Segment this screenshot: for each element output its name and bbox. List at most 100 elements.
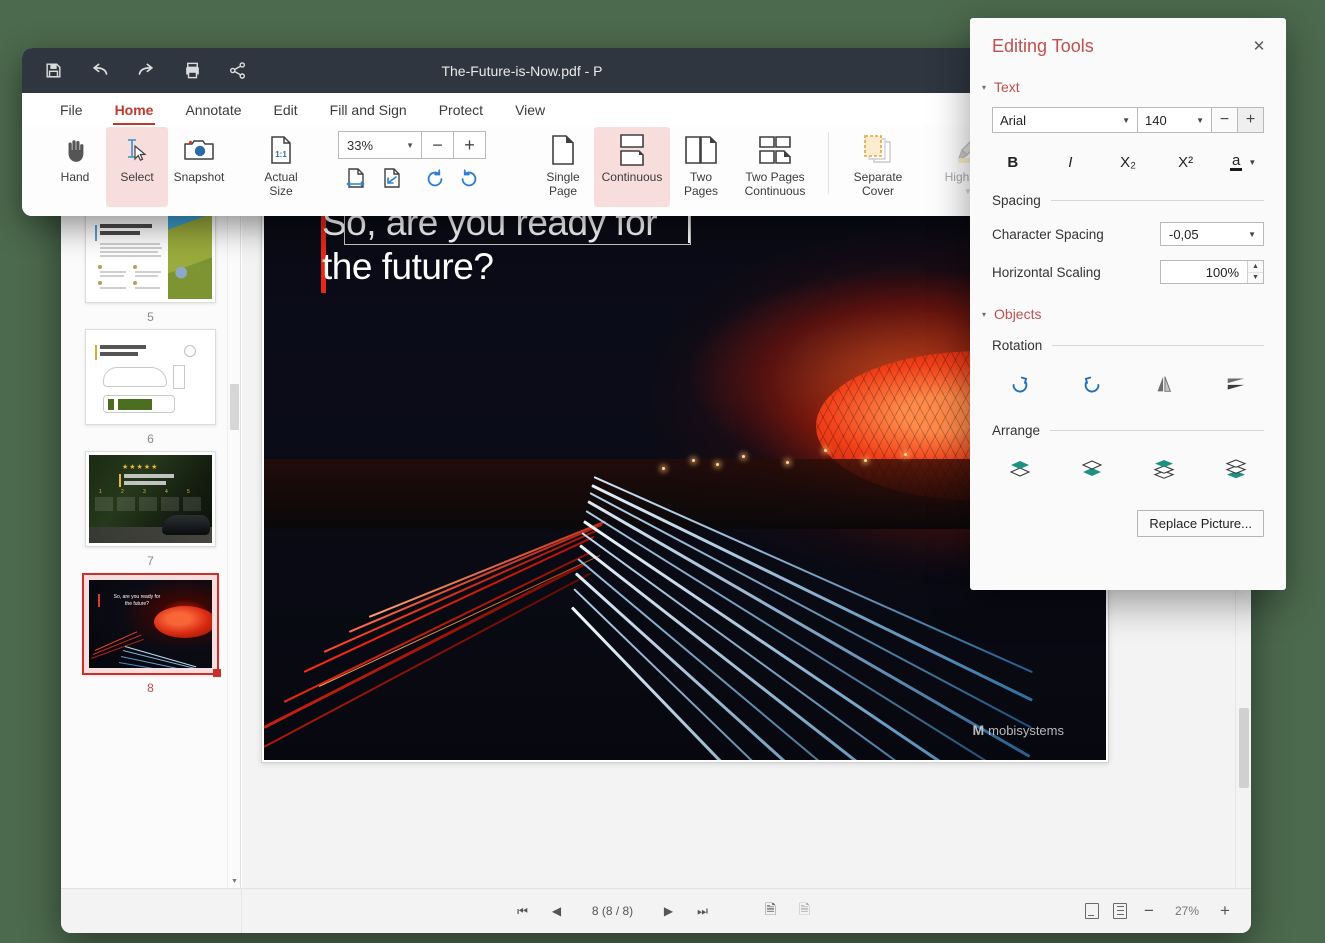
font-color-button[interactable]: a ▼ <box>1214 147 1272 177</box>
two-pages-button[interactable]: Two Pages <box>670 127 732 207</box>
editing-tools-title: Editing Tools <box>992 36 1094 56</box>
thumbnail-number: 5 <box>147 310 154 324</box>
send-backward-icon[interactable] <box>1200 452 1272 486</box>
bring-forward-icon[interactable] <box>1128 452 1200 486</box>
continuous-view-icon[interactable] <box>1113 903 1127 919</box>
single-page-view-icon[interactable] <box>1085 903 1099 919</box>
send-to-back-icon[interactable] <box>1056 452 1128 486</box>
rotation-icon-row <box>970 367 1286 401</box>
stepper-arrows[interactable]: ▲ ▼ <box>1247 261 1263 283</box>
tab-home[interactable]: Home <box>99 93 170 127</box>
ribbon-body: Hand Select Snapshot 1:1 Actual Size 33%… <box>22 127 1022 216</box>
zoom-out-button[interactable]: − <box>1141 901 1157 921</box>
thumbnail-frame[interactable] <box>85 207 216 303</box>
two-pages-continuous-button[interactable]: Two Pages Continuous <box>732 127 818 207</box>
zoom-out-button[interactable]: − <box>422 131 454 159</box>
tab-file[interactable]: File <box>44 93 99 127</box>
previous-page-icon[interactable]: ◀ <box>548 904 566 918</box>
thumbnail-image-page-8: So, are you ready for the future? <box>89 580 212 668</box>
decrease-font-size-button[interactable]: − <box>1212 107 1238 133</box>
flip-vertical-icon[interactable] <box>1200 367 1272 401</box>
font-size-select[interactable]: 140 ▼ <box>1138 107 1212 133</box>
pages-panel-scrollbar[interactable]: ▲ ▼ <box>227 148 240 888</box>
rotate-counterclockwise-icon[interactable] <box>424 168 446 190</box>
zoom-in-button[interactable]: + <box>1217 901 1233 921</box>
last-page-icon[interactable]: ⏭ <box>694 904 712 919</box>
arrange-label: Arrange <box>992 423 1041 438</box>
horizontal-scaling-stepper[interactable]: 100% ▲ ▼ <box>1160 260 1264 284</box>
list-item[interactable]: 7 So, are you ready for the future? 8 <box>61 554 240 695</box>
save-icon[interactable] <box>44 61 63 80</box>
single-page-icon <box>549 133 577 167</box>
chevron-down-icon[interactable]: ▼ <box>1248 158 1256 167</box>
italic-button[interactable]: I <box>1042 147 1100 177</box>
pages-thumbnail-list[interactable]: 4 <box>61 182 240 888</box>
fit-width-icon[interactable] <box>344 167 368 191</box>
rotate-clockwise-icon[interactable] <box>458 168 480 190</box>
increase-font-size-button[interactable]: + <box>1238 107 1264 133</box>
logo-text: mobisystems <box>988 722 1064 738</box>
share-icon[interactable] <box>228 61 247 80</box>
replace-picture-button[interactable]: Replace Picture... <box>1137 510 1264 537</box>
undo-icon[interactable] <box>89 60 110 81</box>
svg-text:1:1: 1:1 <box>275 150 287 159</box>
snapshot-tool-button[interactable]: Snapshot <box>168 127 230 207</box>
font-family-select[interactable]: Arial ▼ <box>992 107 1138 133</box>
separate-cover-button[interactable]: Separate Cover <box>839 127 917 207</box>
print-icon[interactable] <box>183 61 202 80</box>
page-indicator[interactable]: 8 (8 / 8) <box>582 904 644 918</box>
select-icon <box>122 133 152 167</box>
select-tool-button[interactable]: Select <box>106 127 168 207</box>
objects-section-header[interactable]: ▾ Objects <box>970 306 1286 322</box>
stepper-down-icon[interactable]: ▼ <box>1248 272 1263 283</box>
zoom-level-value: 27% <box>1174 904 1200 918</box>
next-page-icon[interactable]: ▶ <box>660 904 678 918</box>
fit-page-icon[interactable] <box>380 167 404 191</box>
collapse-triangle-icon: ▾ <box>982 309 987 319</box>
ribbon-group-layout: Single Page Continuous Two Pages Two Pag… <box>532 127 917 209</box>
scrollbar-thumb[interactable] <box>230 384 239 430</box>
divider <box>1052 345 1264 346</box>
thumbnail-frame[interactable]: ★★★★★ 1 2 3 4 5 <box>85 451 216 547</box>
continuous-label: Continuous <box>601 170 663 184</box>
scrollbar-thumb[interactable] <box>1239 708 1249 788</box>
list-item[interactable]: 6 ★★★★★ 1 2 3 4 5 <box>61 432 240 548</box>
actual-size-button[interactable]: 1:1 Actual Size <box>250 127 312 207</box>
tab-edit[interactable]: Edit <box>258 93 314 127</box>
rotate-left-icon[interactable] <box>1056 367 1128 401</box>
thumbnail-frame[interactable] <box>85 329 216 425</box>
redo-icon[interactable] <box>136 60 157 81</box>
actual-size-label-line2: Size <box>269 184 293 198</box>
tab-annotate[interactable]: Annotate <box>169 93 257 127</box>
thumbnail-frame-selected[interactable]: So, are you ready for the future? <box>82 573 221 677</box>
flip-horizontal-icon[interactable] <box>1128 367 1200 401</box>
list-item[interactable]: 5 <box>61 310 240 426</box>
continuous-button[interactable]: Continuous <box>594 127 670 207</box>
subscript-button[interactable]: X₂ <box>1099 147 1157 177</box>
thumbnail-number: 6 <box>147 432 154 446</box>
text-format-row: B I X₂ X² a ▼ <box>970 147 1286 177</box>
stepper-up-icon[interactable]: ▲ <box>1248 261 1263 273</box>
tab-protect[interactable]: Protect <box>423 93 499 127</box>
first-page-icon[interactable]: ⏮ <box>514 904 532 919</box>
rotate-right-icon[interactable] <box>984 367 1056 401</box>
zoom-level-select[interactable]: 33% ▼ <box>338 131 422 159</box>
insert-page-icon[interactable]: 🗎 <box>762 899 780 923</box>
actual-size-icon: 1:1 <box>268 133 294 167</box>
bold-button[interactable]: B <box>984 147 1042 177</box>
scroll-down-icon[interactable]: ▼ <box>228 875 241 888</box>
divider <box>1050 200 1264 201</box>
tab-fill-and-sign[interactable]: Fill and Sign <box>314 93 423 127</box>
text-section-header[interactable]: ▾ Text <box>970 79 1286 95</box>
extract-page-icon[interactable]: 🗎 <box>796 899 814 923</box>
hand-tool-button[interactable]: Hand <box>44 127 106 207</box>
zoom-in-button[interactable]: + <box>454 131 486 159</box>
single-page-button[interactable]: Single Page <box>532 127 594 207</box>
two-pages-label-line1: Two <box>689 170 712 184</box>
character-spacing-select[interactable]: -0,05 ▼ <box>1160 222 1264 246</box>
close-icon[interactable]: ✕ <box>1250 38 1268 56</box>
superscript-button[interactable]: X² <box>1157 147 1215 177</box>
bring-to-front-icon[interactable] <box>984 452 1056 486</box>
tab-view[interactable]: View <box>499 93 561 127</box>
thumbnail-image-page-4 <box>89 211 212 299</box>
